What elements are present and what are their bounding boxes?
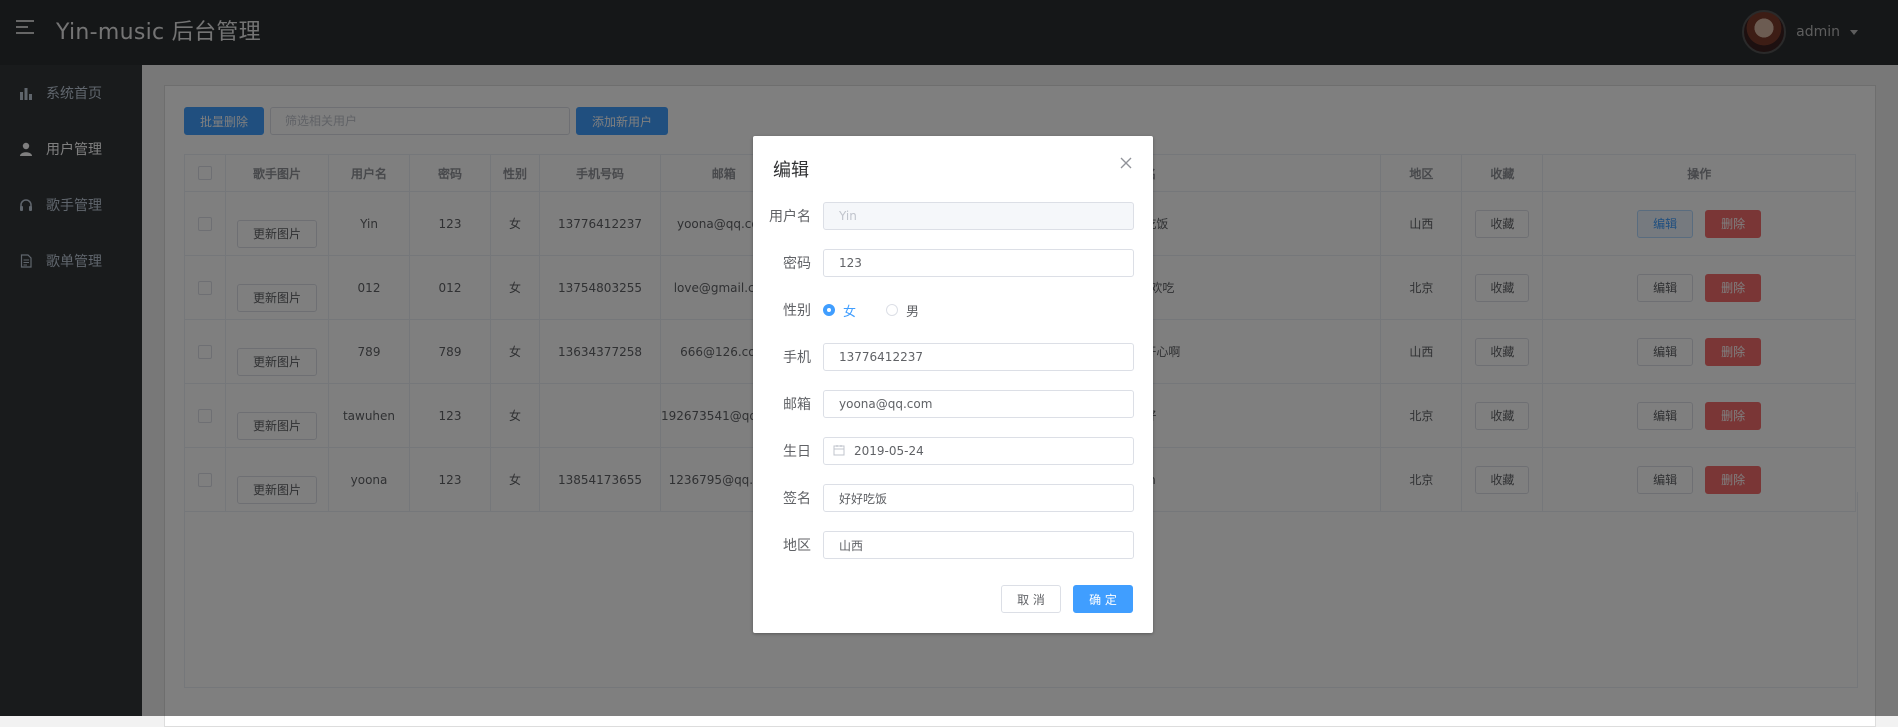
sign-label: 签名 <box>783 491 811 507</box>
edit-dialog: 编辑 用户名 密码 性别 女 男 手机 邮箱 生日 <box>753 136 1153 633</box>
phone-field[interactable] <box>823 343 1134 371</box>
radio-checked-icon <box>823 304 835 316</box>
birth-date-picker[interactable] <box>823 437 1134 465</box>
phone-row: 手机 <box>753 342 1153 372</box>
email-row: 邮箱 <box>753 389 1153 419</box>
area-field[interactable] <box>823 531 1134 559</box>
sex-row: 性别 女 男 <box>753 295 1153 325</box>
sex-female-radio[interactable]: 女 <box>823 301 856 320</box>
birth-label: 生日 <box>783 444 811 460</box>
phone-label: 手机 <box>783 350 811 366</box>
confirm-button[interactable]: 确 定 <box>1073 585 1133 613</box>
radio-label: 女 <box>843 304 857 320</box>
password-field[interactable] <box>823 249 1134 277</box>
username-row: 用户名 <box>753 201 1153 231</box>
sign-row: 签名 <box>753 483 1153 513</box>
radio-unchecked-icon <box>886 304 899 316</box>
sign-field[interactable] <box>823 484 1134 512</box>
username-label: 用户名 <box>769 209 811 225</box>
dialog-title: 编辑 <box>773 160 809 181</box>
sex-male-radio[interactable]: 男 <box>886 301 919 320</box>
email-label: 邮箱 <box>783 397 811 413</box>
dialog-footer: 取 消 确 定 <box>1001 585 1133 613</box>
close-icon[interactable] <box>1119 156 1133 170</box>
sex-label: 性别 <box>783 303 811 319</box>
birth-row: 生日 <box>753 436 1153 466</box>
area-row: 地区 <box>753 530 1153 560</box>
password-row: 密码 <box>753 248 1153 278</box>
email-field[interactable] <box>823 390 1134 418</box>
area-label: 地区 <box>783 538 811 554</box>
password-label: 密码 <box>783 256 811 272</box>
calendar-icon <box>833 444 845 456</box>
cancel-button[interactable]: 取 消 <box>1001 585 1061 613</box>
username-field <box>823 202 1134 230</box>
birth-field[interactable] <box>823 437 1134 465</box>
radio-label: 男 <box>906 304 920 320</box>
